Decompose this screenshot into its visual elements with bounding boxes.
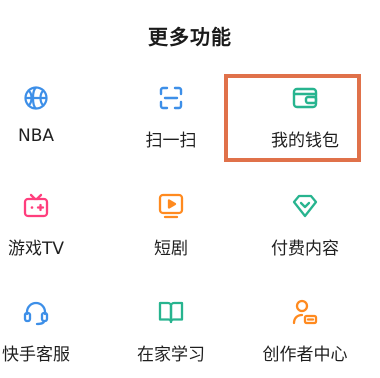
customer-service-icon	[22, 298, 50, 326]
paid-content-icon	[291, 192, 319, 220]
game-tv-label: 游戏TV	[7, 239, 64, 259]
nba-item[interactable]: NBA	[0, 84, 106, 164]
scan-icon	[157, 84, 185, 112]
page-title: 更多功能	[148, 25, 232, 49]
home-study-item[interactable]: 在家学习	[101, 298, 241, 378]
short-drama-item[interactable]: 短剧	[101, 192, 241, 272]
wallet-highlight-box	[224, 74, 361, 162]
creator-center-label: 创作者中心	[262, 345, 348, 365]
paid-content-label: 付费内容	[271, 239, 339, 259]
creator-center-item[interactable]: 创作者中心	[235, 298, 375, 378]
nba-label: NBA	[17, 126, 54, 146]
customer-service-label: 快手客服	[2, 345, 70, 365]
book-icon	[157, 298, 185, 326]
home-study-label: 在家学习	[137, 345, 205, 365]
customer-service-item[interactable]: 快手客服	[0, 298, 106, 378]
short-drama-label: 短剧	[154, 239, 188, 259]
creator-center-icon	[291, 298, 319, 326]
scan-label: 扫一扫	[145, 131, 197, 151]
scan-item[interactable]: 扫一扫	[101, 84, 241, 164]
short-drama-icon	[157, 192, 185, 220]
basketball-icon	[22, 84, 50, 112]
paid-content-item[interactable]: 付费内容	[235, 192, 375, 272]
game-tv-item[interactable]: 游戏TV	[0, 192, 106, 272]
game-tv-icon	[22, 192, 50, 220]
